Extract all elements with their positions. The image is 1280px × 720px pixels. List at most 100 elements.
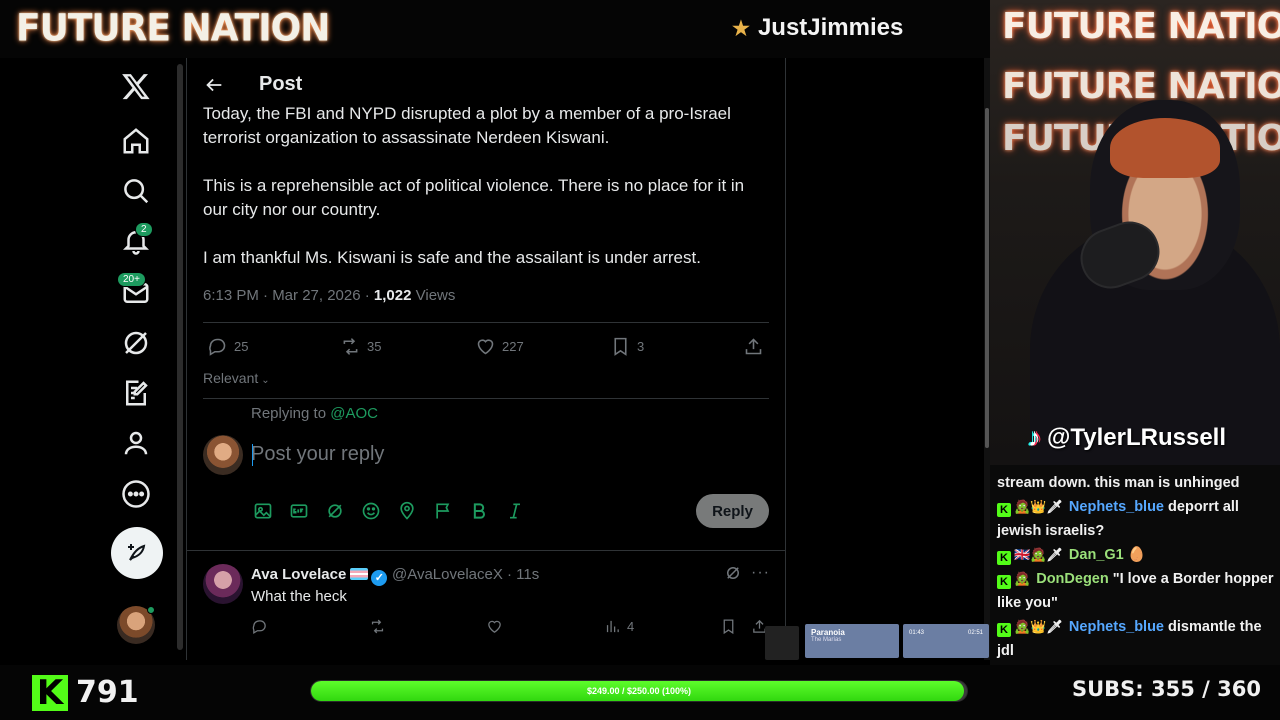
reply-button[interactable]: Reply xyxy=(696,494,769,528)
articles-edit-icon[interactable] xyxy=(121,378,151,408)
messages-envelope-icon[interactable]: 20+ xyxy=(117,272,151,308)
media-icon[interactable] xyxy=(253,501,273,521)
post-header: Post xyxy=(187,58,785,112)
bold-icon[interactable] xyxy=(469,501,489,521)
subs-counter: SUBS: 355 / 360 xyxy=(1072,677,1261,701)
compose-post-button[interactable] xyxy=(111,527,163,579)
goal-text: $249.00 / $250.00 (100%) xyxy=(586,686,692,696)
notifications-bell-icon[interactable]: 2 xyxy=(121,222,153,256)
messages-badge: 20+ xyxy=(117,272,146,287)
post-meta: 6:13 PM · Mar 27, 2026 · 1,022 Views xyxy=(203,287,455,304)
chat-message: K 🧟👑🗡 Nephets_blue dismantle the jdl xyxy=(997,615,1274,663)
account-avatar[interactable] xyxy=(117,606,155,644)
album-cover xyxy=(765,626,799,660)
tweet-paragraph: I am thankful Ms. Kiswani is safe and th… xyxy=(203,248,701,267)
more-icon[interactable] xyxy=(121,479,151,509)
repost-icon xyxy=(343,338,358,355)
scrollbar-thumb[interactable] xyxy=(985,108,989,448)
right-sidebar xyxy=(787,58,984,660)
tiktok-icon: ♪ xyxy=(1028,422,1041,452)
star-icon: ★ xyxy=(732,17,750,40)
post-timestamp[interactable]: 6:13 PM · Mar 27, 2026 · xyxy=(203,287,374,304)
comment-avatar[interactable] xyxy=(203,564,243,604)
share-icon xyxy=(745,338,762,355)
chat-message: stream down. this man is unhinged xyxy=(997,471,1274,495)
chat-message: K 🧟👑🗡 Nephets_blue deporrt all jewish isr… xyxy=(997,495,1274,543)
kick-badge-icon: K xyxy=(997,575,1011,589)
comment-repost-action[interactable] xyxy=(369,618,386,635)
future-nation-logo: FUTURE NATION xyxy=(16,6,330,51)
heart-icon xyxy=(488,620,501,633)
kick-badge-icon: K xyxy=(997,503,1011,517)
chat-username[interactable]: Nephets_blue xyxy=(1069,619,1164,635)
chat-username[interactable]: DonDegen xyxy=(1036,571,1109,587)
flag-icon[interactable] xyxy=(433,501,453,521)
reply-count: 25 xyxy=(234,339,249,354)
back-arrow-icon[interactable] xyxy=(203,74,225,96)
streamer-badge: ★ JustJimmies xyxy=(732,14,903,42)
neon-sign-text: FUTURE NATION xyxy=(1002,6,1280,47)
location-icon[interactable] xyxy=(397,501,417,521)
x-logo-icon[interactable] xyxy=(121,71,151,101)
chat-badges: 🧟👑🗡 xyxy=(1014,499,1063,514)
comment-author-name: Ava Lovelace xyxy=(251,566,347,583)
reply-bubble-icon xyxy=(209,338,226,356)
bookmark-action[interactable]: 3 xyxy=(610,336,644,357)
divider xyxy=(187,550,785,551)
reply-input[interactable] xyxy=(251,443,631,466)
search-icon[interactable] xyxy=(121,176,151,206)
comment-reply-action[interactable] xyxy=(251,618,268,635)
streamer-hair xyxy=(1110,118,1220,178)
grok-icon[interactable] xyxy=(121,328,151,358)
grok-tool-icon[interactable] xyxy=(325,501,345,521)
online-dot xyxy=(147,606,155,614)
page-title: Post xyxy=(259,73,303,95)
comment-text: What the heck xyxy=(251,588,347,605)
repost-action[interactable]: 35 xyxy=(340,336,381,357)
share-action[interactable] xyxy=(743,336,764,357)
kick-logo-icon: K xyxy=(32,675,68,711)
chevron-down-icon: ⌄ xyxy=(261,375,270,386)
left-scrollbar[interactable] xyxy=(177,64,183,650)
chat-message: K 🇬🇧🧟🗡 Dan_G1 🥚 xyxy=(997,543,1274,567)
trans-flag-icon xyxy=(350,568,369,580)
stream-chat: stream down. this man is unhinged K 🧟👑🗡 N… xyxy=(990,465,1280,665)
home-icon[interactable] xyxy=(121,126,151,156)
text-caret xyxy=(252,444,253,466)
feather-plus-icon xyxy=(128,544,146,561)
replying-to: Replying to @AOC xyxy=(251,405,378,422)
chat-text: 🥚 xyxy=(1127,547,1146,563)
comment-handle[interactable]: @AvaLovelaceX · 11s xyxy=(392,566,539,583)
grok-explain-icon[interactable] xyxy=(724,564,742,582)
profile-icon[interactable] xyxy=(121,428,151,458)
comment-views-action[interactable]: 4 xyxy=(604,618,634,635)
tweet-paragraph: This is a reprehensible act of political… xyxy=(203,176,745,219)
replying-handle-link[interactable]: @AOC xyxy=(330,405,378,422)
emoji-icon[interactable] xyxy=(361,501,381,521)
bookmark-count: 3 xyxy=(637,339,645,354)
bookmark-icon xyxy=(614,337,627,356)
gif-icon[interactable] xyxy=(289,501,309,521)
chat-username[interactable]: Dan_G1 xyxy=(1069,547,1124,563)
like-count: 227 xyxy=(502,339,524,354)
tiktok-handle: ♪ @TylerLRussell xyxy=(1028,422,1226,453)
sort-dropdown[interactable]: Relevant ⌄ xyxy=(203,370,270,386)
now-playing-widget: Paranoia The Marías 01:43 02:51 xyxy=(765,624,990,660)
chat-username[interactable]: Nephets_blue xyxy=(1069,499,1164,515)
chat-badges: 🇬🇧🧟🗡 xyxy=(1014,547,1063,562)
more-options-icon[interactable]: ··· xyxy=(751,564,770,582)
webcam-feed: FUTURE NATION FUTURE NATION FUTURE NATIO… xyxy=(990,0,1280,465)
comment-author[interactable]: Ava Lovelace ✓ xyxy=(251,566,388,586)
italic-icon[interactable] xyxy=(505,501,525,521)
time-current: 01:43 xyxy=(909,630,925,636)
reply-action[interactable]: 25 xyxy=(207,336,248,357)
overlay-header: FUTURE NATION ★ JustJimmies xyxy=(0,0,990,58)
comment-like-action[interactable] xyxy=(486,618,503,635)
song-title: Paranoia xyxy=(811,628,845,637)
reply-bubble-icon xyxy=(252,620,266,635)
comment-bookmark-action[interactable] xyxy=(720,618,737,635)
kick-follower-count: 791 xyxy=(76,675,139,710)
repost-icon xyxy=(371,619,384,634)
bookmark-icon xyxy=(723,619,734,635)
like-action[interactable]: 227 xyxy=(475,336,524,357)
